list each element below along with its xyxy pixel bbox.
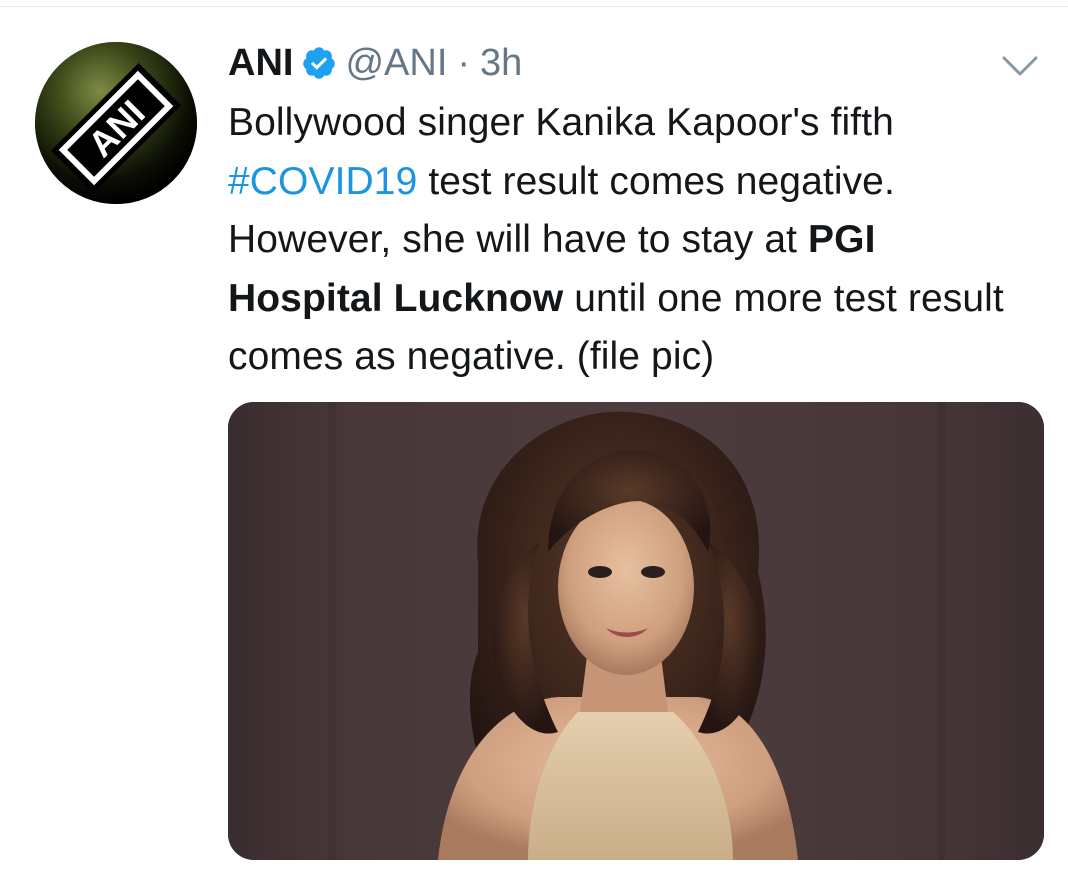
- verified-badge-icon: [301, 45, 337, 81]
- tweet-text-part1: Bollywood singer Kanika Kapoor's fifth: [228, 101, 894, 144]
- photo-image: [228, 402, 1044, 860]
- top-divider: [0, 6, 1068, 7]
- avatar[interactable]: ANI: [35, 42, 197, 204]
- tweet-header: ANI @ANI · 3h: [228, 38, 522, 88]
- author-name[interactable]: ANI: [228, 42, 293, 85]
- tweet-text: Bollywood singer Kanika Kapoor's fifth #C…: [228, 94, 1028, 387]
- tweet-timestamp[interactable]: 3h: [480, 42, 522, 85]
- chevron-down-icon[interactable]: [1000, 52, 1040, 80]
- author-handle[interactable]: @ANI: [345, 42, 447, 85]
- separator-dot: ·: [457, 41, 471, 84]
- ani-logo-icon: ANI: [35, 42, 197, 204]
- tweet-media-photo[interactable]: [228, 402, 1044, 860]
- hashtag-link[interactable]: #COVID19: [228, 160, 417, 203]
